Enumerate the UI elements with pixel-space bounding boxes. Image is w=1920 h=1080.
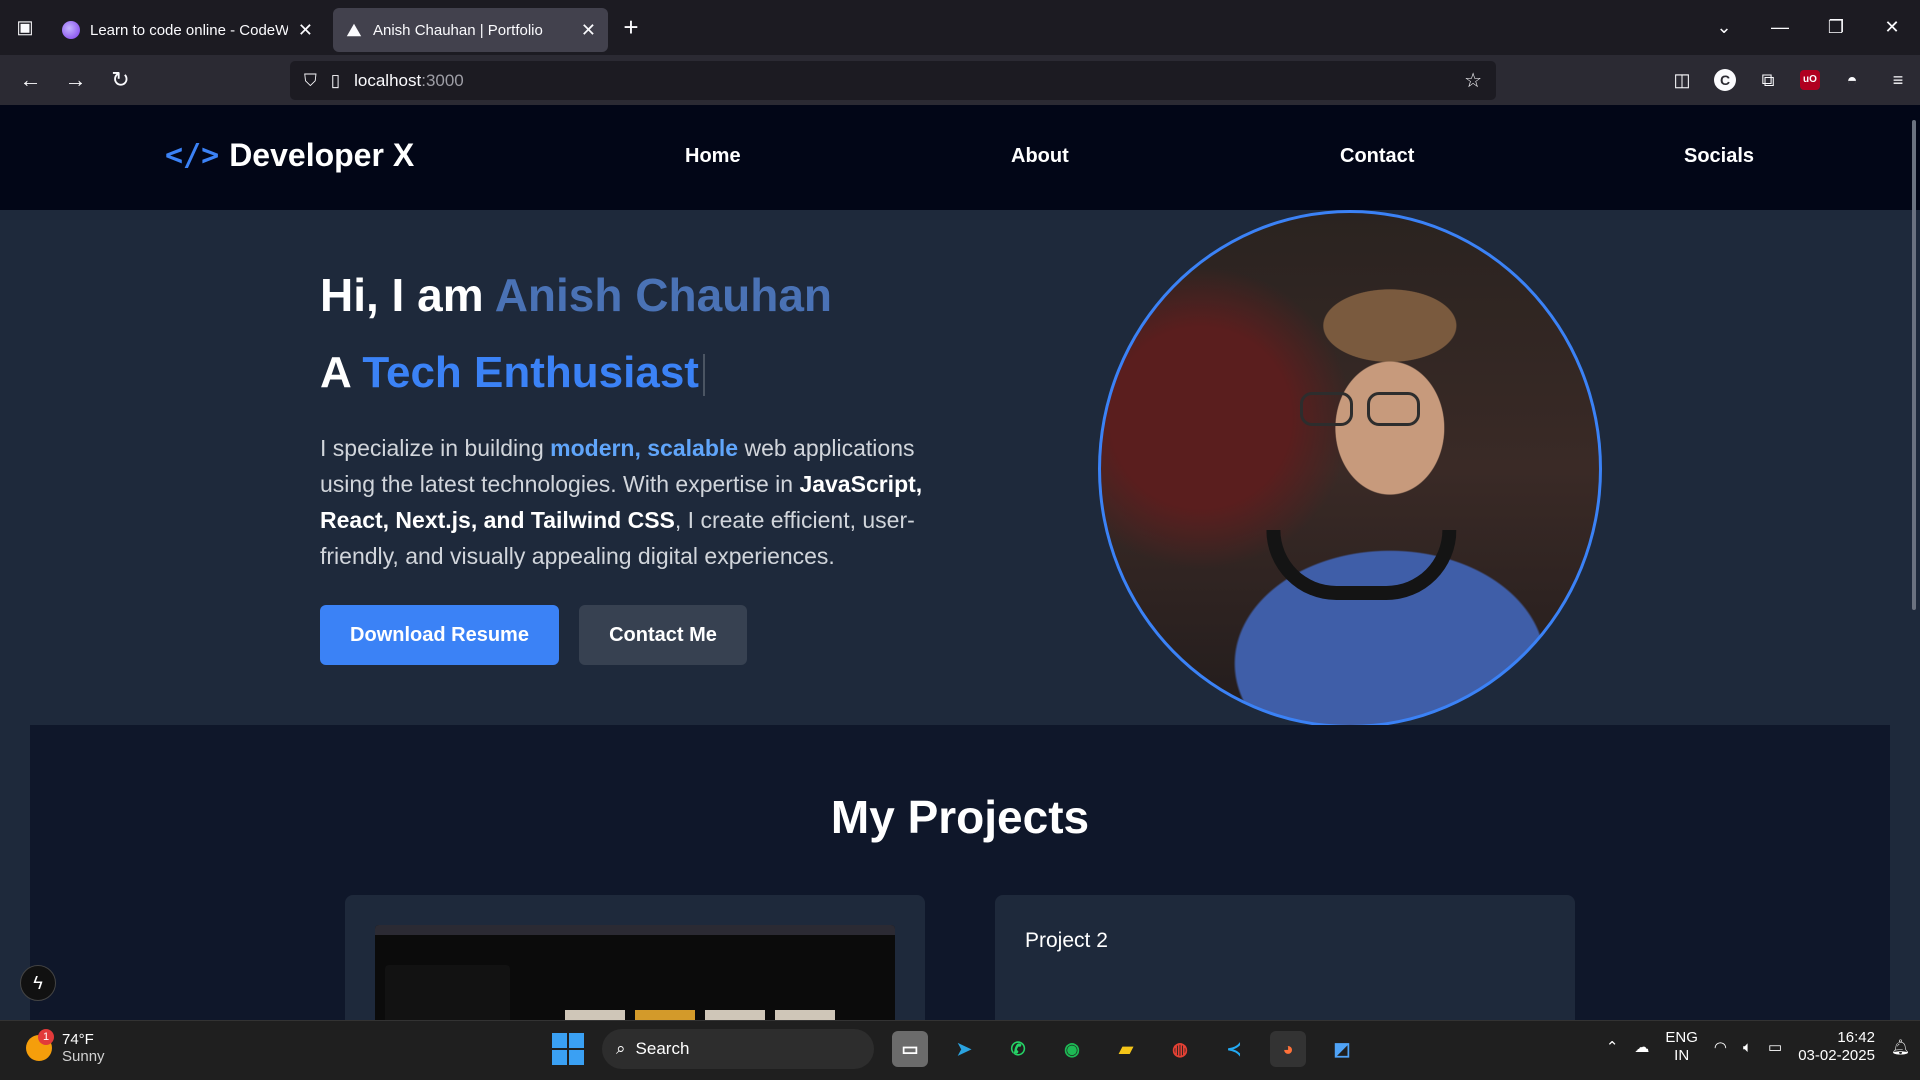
chrome-icon[interactable]: ◍ [1162, 1031, 1198, 1067]
window-controls: ⌄ — ❐ ✕ [1696, 0, 1920, 55]
system-tray: ⌃ ☁ ENG IN ◠ 🔈︎ ▭ 16:42 03-02-2025 🔔︎ [1606, 1029, 1910, 1065]
site-logo[interactable]: </> Developer X [165, 137, 414, 174]
tab-title: Learn to code online - CodeWit [90, 21, 288, 39]
windows-start-icon[interactable] [552, 1033, 584, 1065]
project-card[interactable]: Project 2 [995, 895, 1575, 1020]
app-icon[interactable]: ◩ [1324, 1031, 1360, 1067]
search-label: Search [635, 1039, 690, 1058]
logo-text: Developer X [229, 137, 415, 173]
browser-tab-strip: ▣ Learn to code online - CodeWit ✕ Anish… [0, 0, 1920, 55]
tab-portfolio[interactable]: Anish Chauhan | Portfolio ✕ [333, 8, 608, 52]
reload-icon[interactable]: ↻ [98, 67, 143, 93]
ublock-icon[interactable]: uO [1800, 70, 1820, 90]
glasses-shape [1299, 392, 1420, 427]
date: 03-02-2025 [1798, 1047, 1875, 1064]
weather-temp: 74°F [62, 1031, 94, 1048]
extensions-icon[interactable]: ⧉ [1754, 70, 1782, 91]
notification-bell-icon[interactable]: 🔔︎ [1891, 1038, 1910, 1056]
nav-home[interactable]: Home [685, 145, 741, 168]
contact-me-button[interactable]: Contact Me [579, 605, 747, 665]
download-resume-button[interactable]: Download Resume [320, 605, 559, 665]
wifi-icon[interactable]: ◠ [1714, 1038, 1727, 1056]
url-host: localhost [354, 70, 422, 90]
hero-role: A Tech Enthusiast [320, 348, 705, 398]
tab-list-icon[interactable]: ▣ [0, 0, 50, 55]
projects-heading: My Projects [830, 791, 1090, 843]
search-icon: ⌕ [616, 1039, 626, 1058]
weather-widget[interactable]: 1 74°F Sunny [26, 1029, 105, 1065]
whatsapp-icon[interactable]: ✆ [1000, 1031, 1036, 1067]
notification-badge: 1 [38, 1029, 54, 1045]
typed-role: Tech Enthusiast [362, 348, 699, 397]
firefox-icon[interactable]: ◕ [1270, 1031, 1306, 1067]
project-title: Project 2 [1025, 929, 1108, 952]
code-icon: </> [165, 138, 220, 173]
nav-socials[interactable]: Socials [1684, 145, 1754, 168]
shield-icon[interactable]: ⛉ [304, 71, 317, 91]
minimize-icon[interactable]: — [1752, 17, 1808, 38]
close-tab-icon[interactable]: ✕ [298, 20, 313, 41]
project-screenshot [375, 925, 895, 1020]
browser-navbar: ← → ↻ ⛉ ▯ localhost:3000 ☆ ◫ C ⧉ uO ◓ ≡ [0, 55, 1920, 105]
hero-name: Anish Chauhan [494, 269, 833, 321]
url-bar[interactable]: ⛉ ▯ localhost:3000 ☆ [290, 61, 1496, 100]
pocket-icon[interactable]: ◫ [1668, 70, 1696, 91]
taskbar-search[interactable]: ⌕ Search [602, 1029, 874, 1069]
chevron-up-icon[interactable]: ⌃ [1606, 1038, 1619, 1056]
language-indicator[interactable]: ENG IN [1665, 1029, 1698, 1065]
nav-about[interactable]: About [1011, 145, 1069, 168]
web-page: </> Developer X Home About Contact Socia… [0, 105, 1920, 1020]
toolbar-extensions: ◫ C ⧉ uO ◓ ≡ [1668, 55, 1912, 105]
menu-icon[interactable]: ≡ [1884, 70, 1912, 91]
page-icon: ▯ [330, 70, 341, 90]
task-view-icon[interactable]: ▭ [892, 1031, 928, 1067]
site-header: </> Developer X Home About Contact Socia… [0, 105, 1920, 210]
hero-greeting: Hi, I am Anish Chauhan [320, 269, 833, 321]
list-all-tabs-icon[interactable]: ⌄ [1696, 17, 1752, 38]
tab-favicon-icon [346, 23, 362, 37]
page-scrollbar[interactable] [1912, 120, 1916, 610]
profile-photo [1098, 210, 1602, 728]
time: 16:42 [1837, 1029, 1875, 1046]
restore-icon[interactable]: ❐ [1808, 17, 1864, 38]
sun-icon: 1 [26, 1029, 54, 1061]
url-port: :3000 [421, 70, 464, 90]
bookmark-star-icon[interactable]: ☆ [1464, 68, 1482, 93]
tab-favicon-icon [62, 21, 80, 39]
tab-title: Anish Chauhan | Portfolio [373, 21, 543, 39]
spotify-icon[interactable]: ◉ [1054, 1031, 1090, 1067]
onedrive-icon[interactable]: ☁ [1634, 1038, 1649, 1056]
projects-section: My Projects Project 2 [30, 725, 1890, 1020]
weather-desc: Sunny [62, 1048, 105, 1065]
back-icon[interactable]: ← [8, 67, 53, 93]
extension-c-icon[interactable]: C [1714, 69, 1736, 91]
taskbar-apps: ⌕ Search ▭ ➤ ✆ ◉ ▰ ◍ ≺ ◕ ◩ [552, 1029, 1360, 1069]
new-tab-button[interactable]: + [608, 12, 654, 43]
telegram-icon[interactable]: ➤ [946, 1031, 982, 1067]
volume-icon[interactable]: 🔈︎ [1743, 1039, 1752, 1056]
headphones-shape [1266, 530, 1457, 601]
clock[interactable]: 16:42 03-02-2025 [1798, 1029, 1875, 1065]
forward-icon[interactable]: → [53, 67, 98, 93]
typing-caret [702, 354, 705, 397]
windows-taskbar: 1 74°F Sunny ⌕ Search ▭ ➤ ✆ ◉ ▰ ◍ ≺ ◕ ◩ … [0, 1020, 1920, 1080]
file-explorer-icon[interactable]: ▰ [1108, 1031, 1144, 1067]
nav-contact[interactable]: Contact [1340, 145, 1414, 168]
vscode-icon[interactable]: ≺ [1216, 1031, 1252, 1067]
close-window-icon[interactable]: ✕ [1864, 17, 1920, 38]
battery-icon[interactable]: ▭ [1768, 1038, 1782, 1056]
close-tab-icon[interactable]: ✕ [581, 20, 596, 41]
tab-codewithharry[interactable]: Learn to code online - CodeWit ✕ [50, 8, 325, 52]
extension-hat-icon[interactable]: ◓ [1838, 70, 1866, 91]
project-card[interactable] [345, 895, 925, 1020]
hero-intro: I specialize in building modern, scalabl… [320, 435, 923, 569]
nextjs-dev-indicator-icon[interactable]: ϟ [20, 965, 56, 1001]
